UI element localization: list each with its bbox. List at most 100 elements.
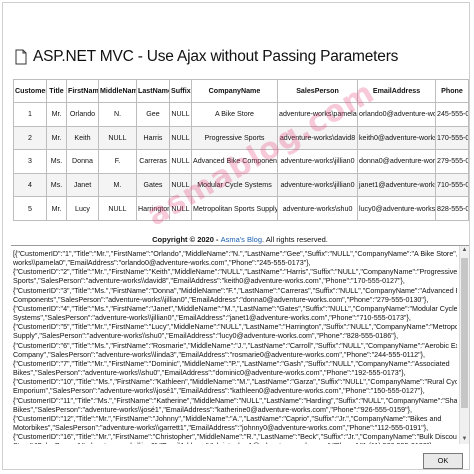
table-cell: Carreras: [136, 149, 170, 174]
customer-table: CustomerID Title FirstName MiddleName La…: [13, 79, 469, 221]
table-cell: janet1@adventure-works.com: [357, 172, 436, 198]
table-cell: 4: [13, 172, 47, 198]
output-line: [{"CustomerID":"1","Title":"Mr.","FirstN…: [13, 250, 457, 258]
table-cell: Ms.: [46, 172, 67, 198]
output-line: {"CustomerID":"5","Title":"Mr.","FirstNa…: [13, 323, 457, 332]
table-cell: M.: [98, 172, 137, 198]
title-row: ASP.NET MVC - Use Ajax without Passing P…: [15, 45, 398, 69]
table-cell: NULL: [98, 125, 137, 151]
table-cell: NULL: [169, 102, 192, 127]
output-line: Motorbikes","SalesPerson":"adventure-wor…: [13, 423, 429, 432]
json-output-text: [{"CustomerID":"1","Title":"Mr.","FirstN…: [13, 250, 457, 444]
table-row: 5 Mr. Lucy NULL Harrington NULL Metropol…: [13, 196, 469, 221]
table-cell: Harrington: [136, 196, 170, 221]
output-line: Components","SalesPerson":"adventure-wor…: [13, 295, 429, 304]
table-cell: 3: [13, 149, 47, 174]
table-cell: Ms.: [46, 149, 67, 174]
table-cell: adventure-works\david8: [277, 125, 358, 151]
document-icon: [15, 49, 27, 65]
table-cell: lucy0@adventure-works.com: [357, 196, 436, 221]
table-cell: Mr.: [46, 125, 67, 151]
output-line: {"CustomerID":"12","Title":"Mr.","FirstN…: [13, 414, 442, 423]
table-cell: Progressive Sports: [191, 125, 278, 151]
ok-button[interactable]: OK: [423, 453, 463, 469]
table-cell: Gee: [136, 102, 170, 127]
table-row: 4 Ms. Janet M. Gates NULL Modular Cycle …: [13, 172, 469, 198]
table-cell: Mr.: [46, 196, 67, 221]
table-row: 2 Mr. Keith NULL Harris NULL Progressive…: [13, 125, 469, 151]
header-companyname: CompanyName: [191, 79, 278, 103]
page-title: ASP.NET MVC - Use Ajax without Passing P…: [33, 48, 399, 65]
table-cell: adventure-works\pamela0: [277, 102, 358, 127]
output-line: Bikes","SalesPerson":"adventure-works\\j…: [13, 405, 413, 414]
table-cell: NULL: [169, 172, 192, 198]
table-row: 3 Ms. Donna F. Carreras NULL Advanced Bi…: [13, 149, 469, 174]
table-cell: 5: [13, 196, 47, 221]
table-cell: 828-555-0186: [435, 196, 469, 221]
table-cell: Keith: [66, 125, 99, 151]
output-line: {"CustomerID":"11","Title":"Ms.","FirstN…: [13, 396, 457, 405]
copyright-suffix: . All rights reserved.: [262, 235, 328, 244]
scroll-thumb[interactable]: [461, 258, 468, 408]
table-cell: 170-555-0127: [435, 125, 469, 151]
table-cell: 710-555-0173: [435, 172, 469, 198]
table-cell: donna0@adventure-works.com: [357, 149, 436, 174]
output-line: Sports","SalesPerson":"adventure-works\\…: [13, 277, 405, 286]
table-cell: NULL: [98, 196, 137, 221]
table-cell: 279-555-0130: [435, 149, 469, 174]
table-cell: Metropolitan Sports Supply: [191, 196, 278, 221]
table-cell: Lucy: [66, 196, 99, 221]
table-cell: Harris: [136, 125, 170, 151]
table-cell: NULL: [169, 125, 192, 151]
table-cell: adventure-works\jillian0: [277, 172, 358, 198]
table-cell: N.: [98, 102, 137, 127]
header-emailaddress: EmailAddress: [357, 79, 436, 103]
header-customerid: CustomerID: [13, 79, 47, 103]
header-title: Title: [46, 79, 67, 103]
table-cell: Advanced Bike Components: [191, 149, 278, 174]
table-cell: NULL: [169, 196, 192, 221]
output-line: {"CustomerID":"4","Title":"Ms.","FirstNa…: [13, 304, 457, 313]
copyright-prefix: Copyright © 2020 -: [152, 235, 221, 244]
output-line: Bikes","SalesPerson":"adventure-works\\s…: [13, 369, 406, 378]
table-row: 1 Mr. Orlando N. Gee NULL A Bike Store a…: [13, 102, 469, 127]
output-line: {"CustomerID":"7","Title":"Mr.","FirstNa…: [13, 359, 450, 368]
output-line: {"CustomerID":"3","Title":"Ms.","FirstNa…: [13, 286, 457, 295]
header-firstname: FirstName: [66, 79, 99, 103]
scroll-down-icon[interactable]: ▼: [460, 435, 469, 444]
output-line: Emporium","SalesPerson":"adventure-works…: [13, 387, 425, 396]
copyright-footer: Copyright © 2020 - Asma's Blog. All righ…: [3, 235, 474, 244]
table-cell: adventure-works\jillian0: [277, 149, 358, 174]
table-cell: Mr.: [46, 102, 67, 127]
table-cell: 245-555-0173: [435, 102, 469, 127]
output-line: {"CustomerID":"6","Title":"Ms.","FirstNa…: [13, 341, 457, 350]
table-cell: Gates: [136, 172, 170, 198]
table-cell: orlando0@adventure-works.com: [357, 102, 436, 127]
table-cell: F.: [98, 149, 137, 174]
blog-link[interactable]: Asma's Blog: [221, 235, 262, 244]
json-output-panel[interactable]: [{"CustomerID":"1","Title":"Mr.","FirstN…: [11, 245, 469, 445]
table-cell: A Bike Store: [191, 102, 278, 127]
table-header-row: CustomerID Title FirstName MiddleName La…: [13, 79, 469, 103]
header-suffix: Suffix: [169, 79, 192, 103]
table-cell: Janet: [66, 172, 99, 198]
table-cell: adventure-works\shu0: [277, 196, 358, 221]
table-cell: Donna: [66, 149, 99, 174]
table-cell: keith0@adventure-works.com: [357, 125, 436, 151]
table-cell: Modular Cycle Systems: [191, 172, 278, 198]
output-line: Company","SalesPerson":"adventure-works\…: [13, 350, 425, 359]
scroll-up-icon[interactable]: ▲: [460, 246, 469, 255]
output-line: {"CustomerID":"16","Title":"Mr.","FirstN…: [13, 433, 457, 442]
table-cell: Orlando: [66, 102, 99, 127]
output-line: works\\pamela0","EmailAddress":"orlando0…: [13, 259, 311, 268]
browser-page: ASP.NET MVC - Use Ajax without Passing P…: [2, 2, 470, 470]
header-salesperson: SalesPerson: [277, 79, 358, 103]
output-line: {"CustomerID":"2","Title":"Mr.","FirstNa…: [13, 268, 457, 277]
table-cell: 2: [13, 125, 47, 151]
output-line: {"CustomerID":"10","Title":"Ms.","FirstN…: [13, 378, 457, 387]
table-cell: 1: [13, 102, 47, 127]
header-middlename: MiddleName: [98, 79, 137, 103]
vertical-scrollbar[interactable]: ▲ ▼: [459, 246, 469, 444]
header-lastname: LastName: [136, 79, 170, 103]
header-phone: Phone: [435, 79, 469, 103]
